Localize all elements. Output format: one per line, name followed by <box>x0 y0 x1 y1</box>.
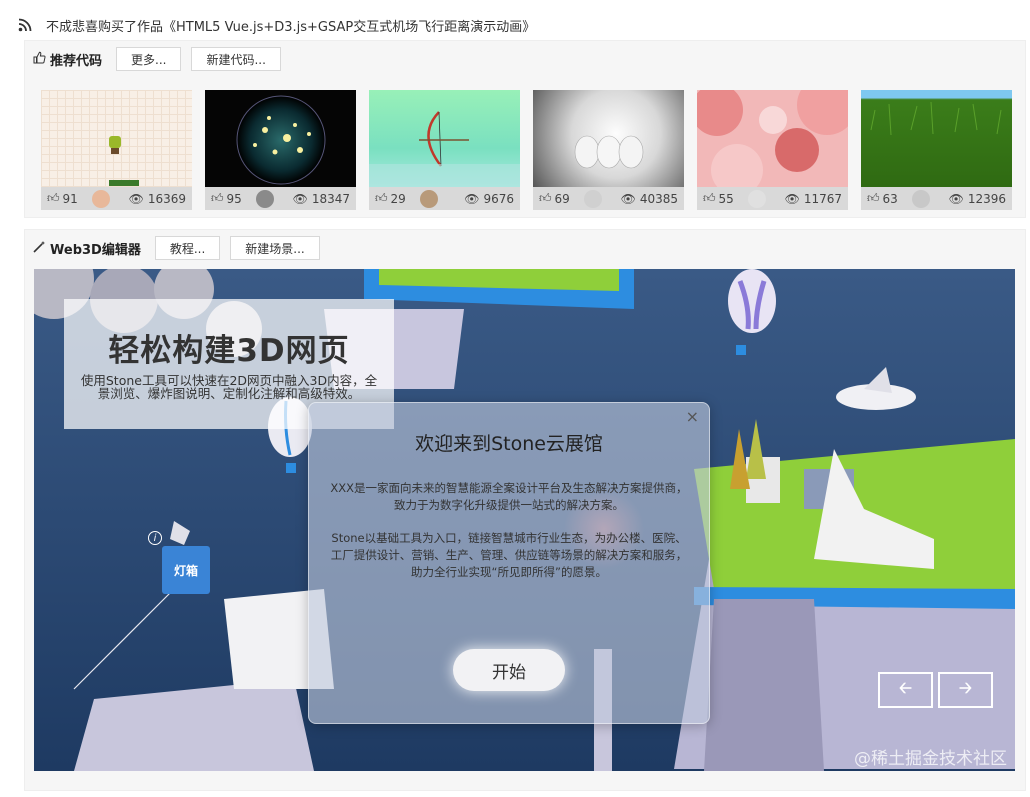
eye-icon: 👁︎ <box>464 191 480 206</box>
thumbs-up-icon: 👍︎ <box>375 191 388 205</box>
recommend-title: 推荐代码 <box>33 50 102 69</box>
code-card[interactable]: 👍︎ 63 👁︎ 12396 <box>861 90 1012 210</box>
views-count: 18347 <box>311 191 350 206</box>
eye-icon: 👁︎ <box>948 191 964 206</box>
close-icon[interactable]: × <box>686 407 699 426</box>
hero-description: 使用Stone工具可以快速在2D网页中融入3D内容，全景浏览、爆炸图说明、定制化… <box>80 373 378 401</box>
card-stats: 👍︎ 69 👁︎ 40385 <box>533 187 684 210</box>
code-card[interactable]: 👍︎ 91 👁︎ 16369 <box>41 90 192 210</box>
recommend-panel: 推荐代码 更多... 新建代码... 👍︎ 91 👁︎ 16369 👍︎ 95 … <box>24 40 1026 218</box>
code-card-thumbnail <box>205 90 356 187</box>
code-card-thumbnail <box>697 90 848 187</box>
web3d-scene[interactable]: i 灯箱 轻松构建3D网页 使用Stone工具可以快速在2D网页中融入3D内容，… <box>34 269 1015 771</box>
code-card-thumbnail <box>533 90 684 187</box>
avatar[interactable] <box>747 189 766 208</box>
thumbs-up-icon: 👍︎ <box>211 191 224 205</box>
likes-count: 55 <box>718 191 734 206</box>
eye-icon: 👁︎ <box>620 191 636 206</box>
new-code-button[interactable]: 新建代码... <box>191 47 281 71</box>
avatar[interactable] <box>91 189 110 208</box>
hero-title: 轻松构建3D网页 <box>108 333 350 369</box>
views-count: 9676 <box>483 191 514 206</box>
web3d-title: Web3D编辑器 <box>33 239 141 258</box>
arrow-left-icon: 🡠︎ <box>899 677 912 697</box>
thumbs-up-icon <box>33 51 46 68</box>
tutorial-button[interactable]: 教程... <box>154 236 221 260</box>
next-button[interactable]: 🡢︎ <box>938 672 993 708</box>
dialog-paragraph: XXX是一家面向未来的智慧能源全案设计平台及生态解决方案提供商，致力于为数字化升… <box>330 481 688 512</box>
code-card[interactable]: 👍︎ 29 👁︎ 9676 <box>369 90 520 210</box>
eye-icon: 👁︎ <box>784 191 800 206</box>
likes-count: 63 <box>882 191 898 206</box>
code-card[interactable]: 👍︎ 69 👁︎ 40385 <box>533 90 684 210</box>
new-scene-button[interactable]: 新建场景... <box>230 236 320 260</box>
views-count: 12396 <box>967 191 1006 206</box>
likes-count: 69 <box>554 191 570 206</box>
dialog-title: 欢迎来到Stone云展馆 <box>415 433 603 455</box>
web3d-panel: Web3D编辑器 教程... 新建场景... i 灯箱 轻松构建3D网页 使用S… <box>24 229 1026 791</box>
purchase-notice: 不成悲喜购买了作品《HTML5 Vue.js+D3.js+GSAP交互式机场飞行… <box>18 12 535 38</box>
card-stats: 👍︎ 95 👁︎ 18347 <box>205 187 356 210</box>
card-stats: 👍︎ 55 👁︎ 11767 <box>697 187 848 210</box>
more-button[interactable]: 更多... <box>116 47 182 71</box>
recommend-header: 推荐代码 更多... 新建代码... <box>33 47 281 71</box>
watermark: @稀土掘金技术社区 <box>854 749 1007 769</box>
avatar[interactable] <box>911 189 930 208</box>
views-count: 40385 <box>639 191 678 206</box>
thumbs-up-icon: 👍︎ <box>867 191 880 205</box>
lamp-box-hotspot[interactable]: 灯箱 <box>162 546 210 594</box>
code-card[interactable]: 👍︎ 95 👁︎ 18347 <box>205 90 356 210</box>
code-card-thumbnail <box>41 90 192 187</box>
eye-icon: 👁︎ <box>292 191 308 206</box>
views-count: 16369 <box>147 191 186 206</box>
avatar[interactable] <box>583 189 602 208</box>
dialog-paragraph: Stone以基础工具为入口，链接智慧城市行业生态，为办公楼、医院、工厂提供设计、… <box>330 531 688 579</box>
start-button[interactable]: 开始 <box>453 649 565 691</box>
likes-count: 29 <box>390 191 406 206</box>
prev-button[interactable]: 🡠︎ <box>878 672 933 708</box>
web3d-header: Web3D编辑器 教程... 新建场景... <box>33 236 320 260</box>
rss-icon <box>18 18 32 32</box>
thumbs-up-icon: 👍︎ <box>47 191 60 205</box>
card-stats: 👍︎ 91 👁︎ 16369 <box>41 187 192 210</box>
thumbs-up-icon: 👍︎ <box>703 191 716 205</box>
likes-count: 91 <box>62 191 78 206</box>
welcome-dialog: × 欢迎来到Stone云展馆 XXX是一家面向未来的智慧能源全案设计平台及生态解… <box>308 402 710 724</box>
magic-wand-icon <box>33 240 46 257</box>
views-count: 11767 <box>803 191 842 206</box>
purchase-notice-text[interactable]: 不成悲喜购买了作品《HTML5 Vue.js+D3.js+GSAP交互式机场飞行… <box>46 16 535 35</box>
likes-count: 95 <box>226 191 242 206</box>
avatar[interactable] <box>419 189 438 208</box>
arrow-right-icon: 🡢︎ <box>959 677 972 697</box>
thumbs-up-icon: 👍︎ <box>539 191 552 205</box>
recommend-cards: 👍︎ 91 👁︎ 16369 👍︎ 95 👁︎ 18347 👍︎ 29 👁︎ 9… <box>41 90 1012 210</box>
code-card[interactable]: 👍︎ 55 👁︎ 11767 <box>697 90 848 210</box>
code-card-thumbnail <box>861 90 1012 187</box>
info-icon[interactable]: i <box>148 531 162 545</box>
eye-icon: 👁︎ <box>128 191 144 206</box>
avatar[interactable] <box>255 189 274 208</box>
code-card-thumbnail <box>369 90 520 187</box>
card-stats: 👍︎ 63 👁︎ 12396 <box>861 187 1012 210</box>
card-stats: 👍︎ 29 👁︎ 9676 <box>369 187 520 210</box>
